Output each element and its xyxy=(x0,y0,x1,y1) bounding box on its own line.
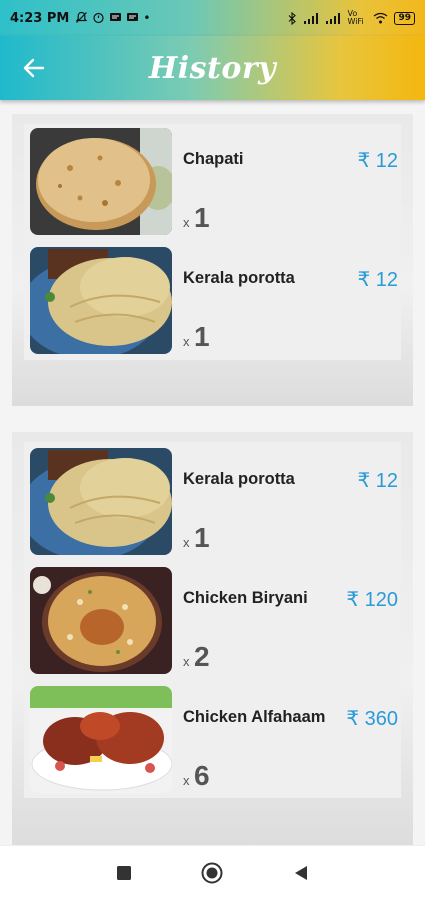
food-image-chapati xyxy=(30,128,172,235)
system-nav-bar xyxy=(0,845,425,900)
item-name: Kerala porotta xyxy=(183,269,295,287)
list-item[interactable]: Chicken Biryani ₹ 120 x 2 xyxy=(30,567,398,674)
arrow-left-icon xyxy=(23,58,45,78)
recents-button[interactable] xyxy=(104,853,144,893)
mute-bell-icon xyxy=(76,11,88,23)
system-back-button[interactable] xyxy=(281,853,321,893)
notification-icons: • xyxy=(75,11,150,25)
back-triangle-icon xyxy=(294,866,307,880)
list-item[interactable]: Chicken Alfahaam ₹ 360 x 6 xyxy=(30,686,398,793)
signal-icon xyxy=(326,12,341,24)
list-item[interactable]: Kerala porotta ₹ 12 x 1 xyxy=(30,247,398,354)
status-bar: 4:23 PM • Vo WiFi 99 xyxy=(0,0,425,36)
back-button[interactable] xyxy=(18,52,50,84)
alarm-icon xyxy=(93,12,104,24)
item-price: ₹ 12 xyxy=(357,150,398,172)
food-image-porotta xyxy=(30,247,172,354)
order-card[interactable]: Kerala porotta ₹ 12 x 1 Chicken Biryani … xyxy=(12,432,413,845)
list-item[interactable]: Kerala porotta ₹ 12 x 1 xyxy=(30,448,398,555)
item-quantity: x 1 xyxy=(183,202,210,233)
status-time: 4:23 PM xyxy=(10,10,70,26)
list-item[interactable]: Chapati ₹ 12 x 1 xyxy=(30,128,398,235)
wifi-icon xyxy=(374,12,388,24)
item-quantity: x 1 xyxy=(183,522,210,553)
message-icon xyxy=(127,13,139,21)
item-name: Chicken Alfahaam xyxy=(183,708,326,726)
item-price: ₹ 360 xyxy=(346,708,398,730)
battery-icon: 99 xyxy=(394,11,415,25)
food-image-alfahaam xyxy=(30,686,172,793)
dot-icon: • xyxy=(143,11,151,25)
item-name: Chapati xyxy=(183,150,244,168)
food-image-porotta xyxy=(30,448,172,555)
item-price: ₹ 12 xyxy=(357,470,398,492)
home-circle-icon xyxy=(201,862,223,884)
bluetooth-icon xyxy=(289,11,297,25)
food-image-biryani xyxy=(30,567,172,674)
item-price: ₹ 120 xyxy=(346,589,398,611)
recents-square-icon xyxy=(117,866,132,880)
order-card[interactable]: Chapati ₹ 12 x 1 Kerala porotta ₹ 12 x 1 xyxy=(12,114,413,406)
home-button[interactable] xyxy=(192,853,232,893)
order-history-list[interactable]: Chapati ₹ 12 x 1 Kerala porotta ₹ 12 x 1… xyxy=(0,100,425,845)
status-right: Vo WiFi 99 xyxy=(288,10,415,26)
item-name: Chicken Biryani xyxy=(183,589,308,607)
order-items: Kerala porotta ₹ 12 x 1 Chicken Biryani … xyxy=(24,442,401,798)
app-bar: History xyxy=(0,36,425,100)
item-quantity: x 1 xyxy=(183,321,210,352)
item-name: Kerala porotta xyxy=(183,470,295,488)
item-quantity: x 2 xyxy=(183,641,210,672)
item-price: ₹ 12 xyxy=(357,269,398,291)
signal-icon xyxy=(304,12,319,24)
message-icon xyxy=(110,13,122,21)
page-title: History xyxy=(148,50,277,86)
item-quantity: x 6 xyxy=(183,760,210,791)
order-items: Chapati ₹ 12 x 1 Kerala porotta ₹ 12 x 1 xyxy=(24,124,401,360)
network-label: Vo WiFi xyxy=(347,9,364,26)
